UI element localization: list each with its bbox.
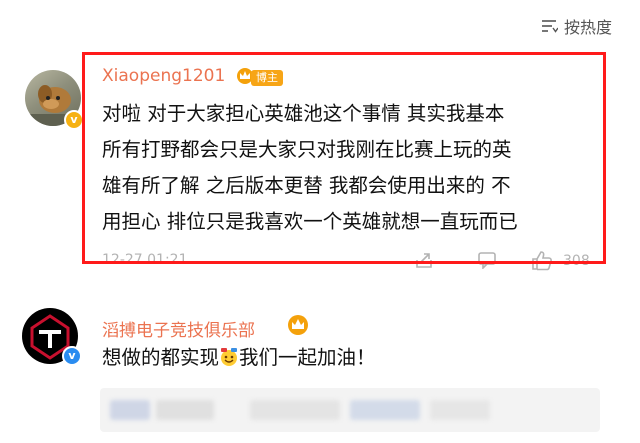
blur-block (250, 400, 340, 420)
comment-username[interactable]: 滔搏电子竞技俱乐部 (102, 316, 255, 341)
crown-icon (287, 314, 309, 340)
reply-text-part: 我们一起加油！ (239, 346, 376, 369)
sort-label: 按热度 (563, 18, 612, 37)
highlight-box (82, 52, 606, 264)
reply-text: 想做的都实现 我们一起加油！ (102, 344, 376, 372)
blur-block (110, 400, 150, 420)
verified-badge-icon: v (64, 110, 84, 130)
blur-block (430, 400, 490, 420)
blurred-preview (100, 388, 600, 432)
sort-icon (540, 18, 558, 34)
blur-block (350, 400, 420, 420)
sort-by-heat-button[interactable]: 按热度 (540, 14, 612, 38)
cheer-emoji-icon (219, 347, 239, 367)
blur-block (156, 400, 214, 420)
reply-text-part: 想做的都实现 (102, 346, 220, 369)
verified-badge-icon: v (62, 346, 82, 366)
